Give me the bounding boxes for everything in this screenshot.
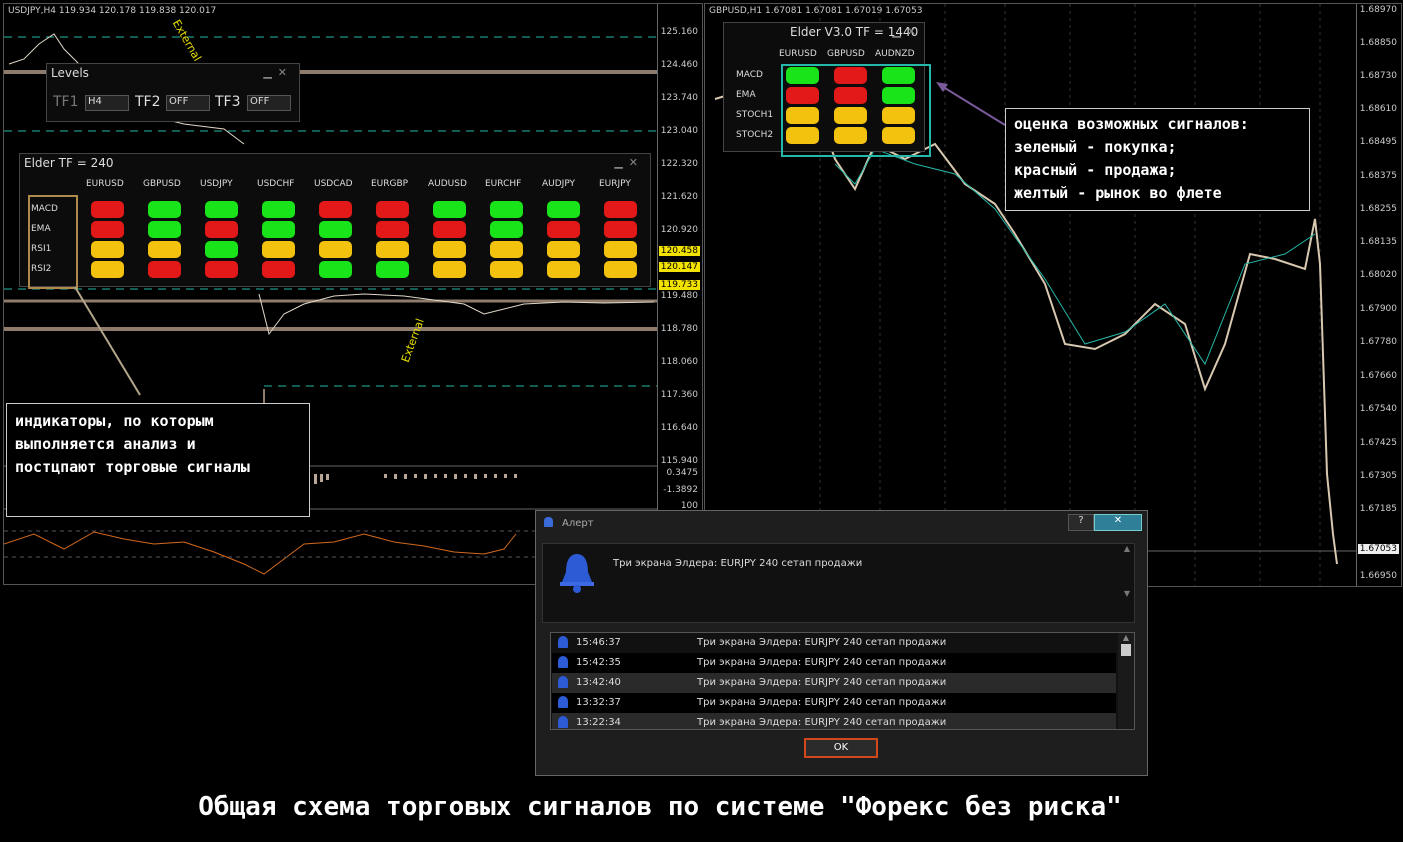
ok-button[interactable]: OK (804, 738, 878, 758)
alert-log-list[interactable]: 15:46:37 Три экрана Элдера: EURJPY 240 с… (550, 632, 1135, 730)
alert-message-scrollbar[interactable]: ▲ ▼ (1120, 544, 1134, 622)
legend-line: зеленый - покупка; (1014, 138, 1177, 156)
legend-line: желтый - рынок во флете (1014, 184, 1222, 202)
log-time: 15:46:37 (576, 637, 621, 648)
log-text: Три экрана Элдера: EURJPY 240 сетап прод… (697, 697, 947, 708)
indicators-line: выполняется анализ и (15, 435, 196, 453)
bell-icon (558, 676, 568, 688)
alert-close-button[interactable]: ✕ (1094, 514, 1142, 531)
alert-log-row[interactable]: 13:22:34 Три экрана Элдера: EURJPY 240 с… (552, 713, 1116, 729)
log-time: 13:32:37 (576, 697, 621, 708)
alert-bell-icon (560, 554, 594, 593)
alert-log-row[interactable]: 15:42:35 Три экрана Элдера: EURJPY 240 с… (552, 653, 1116, 673)
log-text: Три экрана Элдера: EURJPY 240 сетап прод… (697, 717, 947, 728)
bell-icon (558, 636, 568, 648)
alert-log-row[interactable]: 15:46:37 Три экрана Элдера: EURJPY 240 с… (552, 633, 1116, 653)
alert-title: Алерт (562, 518, 594, 529)
log-time: 15:42:35 (576, 657, 621, 668)
log-time: 13:22:34 (576, 717, 621, 728)
log-text: Три экрана Элдера: EURJPY 240 сетап прод… (697, 657, 947, 668)
log-text: Три экрана Элдера: EURJPY 240 сетап прод… (697, 677, 947, 688)
alert-log-row[interactable]: 13:42:40 Три экрана Элдера: EURJPY 240 с… (552, 673, 1116, 693)
indicators-line: индикаторы, по которым (15, 412, 214, 430)
bell-icon (558, 656, 568, 668)
alert-help-button[interactable]: ? (1068, 514, 1094, 531)
alert-message-area: Три экрана Элдера: EURJPY 240 сетап прод… (542, 543, 1135, 623)
bell-icon (558, 696, 568, 708)
alert-main-message: Три экрана Элдера: EURJPY 240 сетап прод… (613, 558, 863, 569)
legend-line: оценка возможных сигналов: (1014, 115, 1249, 133)
indicators-line: постцпают торговые сигналы (15, 458, 250, 476)
alert-dialog[interactable]: Алерт ? ✕ Три экрана Элдера: EURJPY 240 … (535, 510, 1148, 776)
scroll-thumb[interactable] (1121, 644, 1131, 656)
signals-legend-callout: оценка возможных сигналов: зеленый - пок… (1005, 108, 1310, 211)
alert-log-scrollbar[interactable]: ▲ (1118, 633, 1134, 729)
bell-icon (558, 716, 568, 728)
indicators-callout: индикаторы, по которым выполняется анали… (6, 403, 310, 517)
page-caption: Общая схема торговых сигналов по системе… (198, 792, 1122, 822)
legend-line: красный - продажа; (1014, 161, 1177, 179)
log-time: 13:42:40 (576, 677, 621, 688)
alert-bell-small-icon (544, 517, 553, 527)
alert-log-row[interactable]: 13:32:37 Три экрана Элдера: EURJPY 240 с… (552, 693, 1116, 713)
log-text: Три экрана Элдера: EURJPY 240 сетап прод… (697, 637, 947, 648)
